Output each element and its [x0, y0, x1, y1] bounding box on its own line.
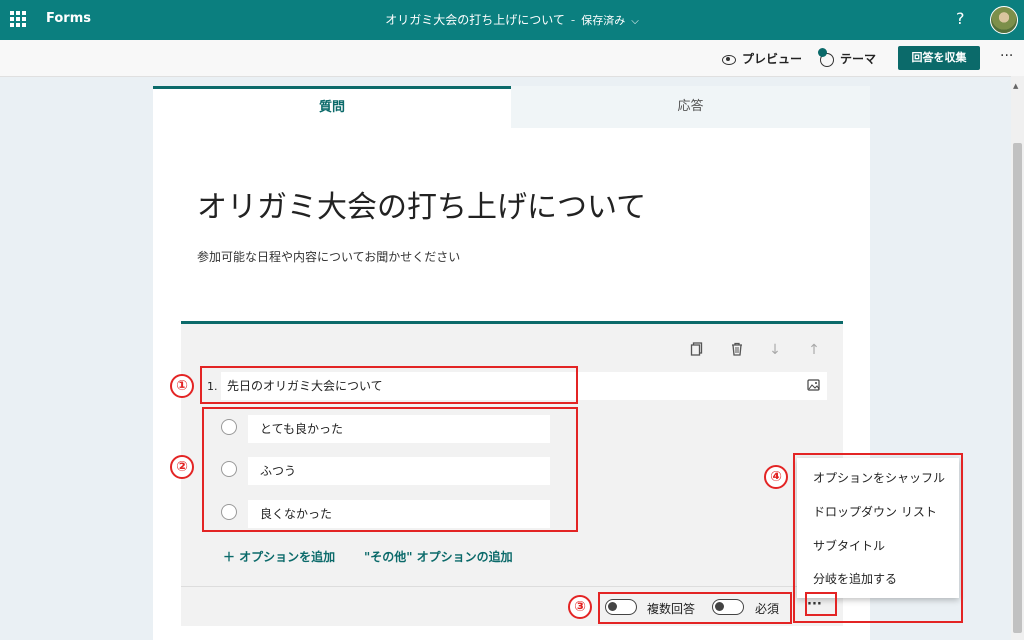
- annotation-box-more: [805, 592, 837, 616]
- app-header: Forms オリガミ大会の打ち上げについて - 保存済み ⌵ ?: [0, 0, 1024, 40]
- annotation-box-2: [202, 407, 578, 532]
- form-description[interactable]: 参加可能な日程や内容についてお聞かせください: [197, 248, 460, 265]
- document-title[interactable]: オリガミ大会の打ち上げについて - 保存済み ⌵: [0, 11, 1024, 28]
- palette-icon: [818, 47, 834, 67]
- collect-responses-button[interactable]: 回答を収集: [898, 46, 980, 70]
- help-icon[interactable]: ?: [956, 9, 965, 28]
- arrow-up-icon[interactable]: ↑: [806, 342, 822, 358]
- document-title-text: オリガミ大会の打ち上げについて: [385, 13, 565, 27]
- annotation-marker-3: ③: [568, 595, 592, 619]
- image-insert-icon[interactable]: [807, 378, 821, 396]
- command-bar: プレビュー テーマ 回答を収集 ···: [0, 40, 1024, 77]
- title-separator: -: [570, 13, 576, 27]
- copy-icon[interactable]: [689, 342, 705, 358]
- annotation-marker-1: ①: [170, 374, 194, 398]
- preview-button[interactable]: プレビュー: [722, 50, 802, 67]
- eye-icon: [722, 54, 736, 65]
- save-status: 保存済み: [581, 14, 626, 27]
- form-title[interactable]: オリガミ大会の打ち上げについて: [197, 182, 646, 226]
- add-other-option-button[interactable]: "その他" オプションの追加: [364, 548, 513, 565]
- arrow-down-icon[interactable]: ↓: [767, 342, 783, 358]
- preview-label: プレビュー: [742, 52, 803, 66]
- annotation-marker-2: ②: [170, 455, 194, 479]
- avatar[interactable]: [990, 6, 1018, 34]
- tab-responses[interactable]: 応答: [511, 86, 870, 128]
- annotation-box-1: [200, 366, 578, 404]
- annotation-marker-4: ④: [764, 465, 788, 489]
- theme-button[interactable]: テーマ: [818, 47, 877, 67]
- scrollbar[interactable]: ▲: [1011, 76, 1024, 640]
- tab-questions[interactable]: 質問: [153, 86, 511, 128]
- trash-icon[interactable]: [729, 342, 745, 358]
- theme-label: テーマ: [840, 52, 877, 66]
- scrollbar-thumb[interactable]: [1013, 143, 1022, 633]
- chevron-down-icon[interactable]: ⌵: [631, 16, 639, 27]
- more-options-icon[interactable]: ···: [1000, 48, 1013, 64]
- add-option-button[interactable]: ＋ オプションを追加: [223, 548, 335, 565]
- annotation-box-3: [598, 592, 792, 624]
- scroll-up-icon[interactable]: ▲: [1013, 82, 1018, 90]
